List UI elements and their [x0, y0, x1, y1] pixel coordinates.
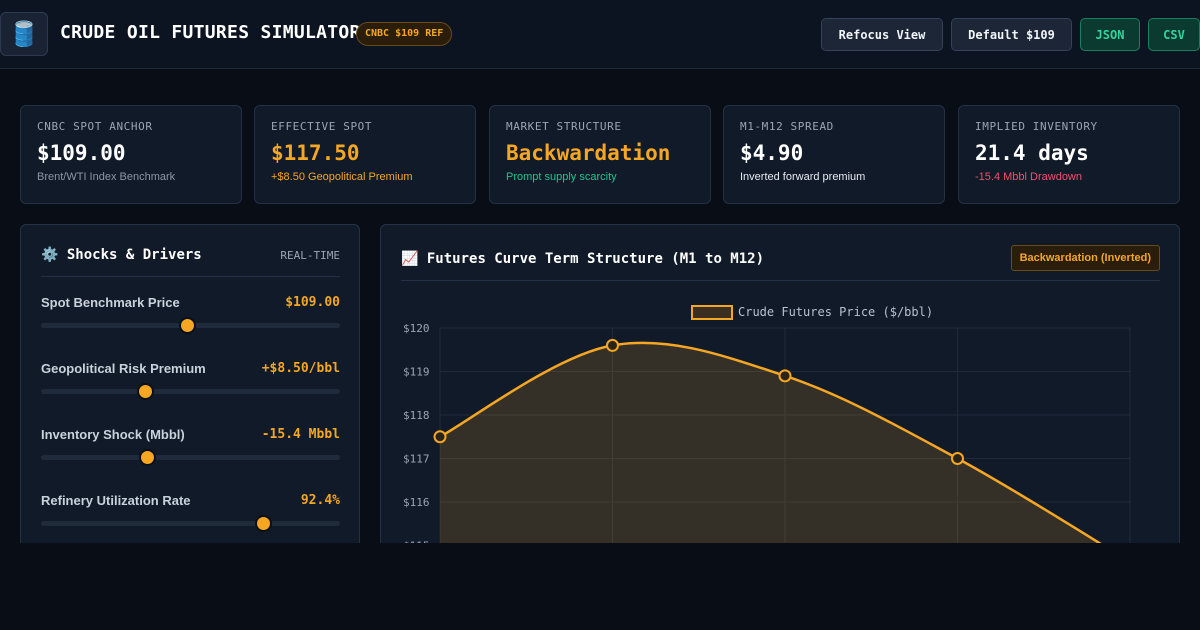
slider-thumb[interactable]: [254, 515, 272, 532]
stat-card-label: CNBC SPOT ANCHOR: [37, 120, 153, 133]
gear-icon: ⚙️: [41, 247, 59, 263]
driver-slider[interactable]: [41, 515, 340, 532]
app-title: CRUDE OIL FUTURES SIMULATOR: [60, 22, 361, 43]
driver-slider[interactable]: [41, 317, 340, 334]
stat-card-label: IMPLIED INVENTORY: [975, 120, 1098, 133]
y-tick-label: $120: [403, 322, 430, 335]
driver-slider[interactable]: [41, 449, 340, 466]
driver-row: Spot Benchmark Price $109.00: [41, 295, 340, 345]
export-csv-button[interactable]: CSV: [1148, 18, 1200, 51]
driver-value: 92.4%: [300, 493, 340, 508]
stat-card-label: M1-M12 SPREAD: [740, 120, 834, 133]
stat-card-subtext: Prompt supply scarcity: [506, 171, 617, 183]
data-point[interactable]: [778, 369, 792, 383]
slider-thumb[interactable]: [139, 449, 157, 466]
futures-curve-chart: $120$119$118$117$116$115Crude Futures Pr…: [403, 305, 1131, 555]
driver-value: +$8.50/bbl: [261, 361, 340, 376]
driver-slider[interactable]: [41, 383, 340, 400]
driver-row: Inventory Shock (Mbbl) -15.4 Mbbl: [41, 427, 340, 477]
stat-card: M1-M12 SPREAD $4.90 Inverted forward premi…: [723, 105, 945, 204]
y-tick-label: $118: [403, 409, 430, 422]
stat-card-value: $4.90: [740, 141, 804, 165]
stat-card-value: $109.00: [37, 141, 126, 165]
slider-thumb[interactable]: [178, 317, 196, 334]
data-point[interactable]: [433, 430, 447, 444]
stat-card-subtext: +$8.50 Geopolitical Premium: [271, 171, 413, 183]
default-price-button[interactable]: Default $109: [951, 18, 1072, 51]
data-point[interactable]: [951, 452, 964, 465]
stat-card: CNBC SPOT ANCHOR $109.00 Brent/WTI Index B…: [20, 105, 242, 204]
slider-thumb[interactable]: [137, 383, 155, 400]
export-json-button[interactable]: JSON: [1080, 18, 1140, 51]
realtime-label: REAL-TIME: [280, 249, 340, 262]
driver-label: Spot Benchmark Price: [41, 295, 180, 310]
driver-label: Inventory Shock (Mbbl): [41, 427, 185, 442]
driver-row: Geopolitical Risk Premium +$8.50/bbl: [41, 361, 340, 411]
driver-row: Refinery Utilization Rate 92.4%: [41, 493, 340, 543]
app-header: 🛢️ CRUDE OIL FUTURES SIMULATOR CNBC $109…: [0, 0, 1200, 69]
data-point[interactable]: [606, 338, 619, 352]
shocks-drivers-panel: ⚙️ Shocks & Drivers REAL-TIME Spot Bench…: [20, 224, 360, 564]
legend-swatch: [691, 305, 733, 320]
y-tick-label: $117: [403, 453, 430, 466]
driver-value: $109.00: [285, 295, 340, 310]
stat-card-subtext: -15.4 Mbbl Drawdown: [975, 171, 1082, 183]
y-tick-label: $119: [403, 366, 430, 379]
stat-card-value: Backwardation: [506, 141, 671, 165]
drivers-title: ⚙️ Shocks & Drivers: [41, 247, 202, 263]
stat-card: MARKET STRUCTURE Backwardation Prompt supp…: [489, 105, 711, 204]
page-bottom-band: [0, 543, 1200, 630]
y-tick-label: $116: [403, 496, 430, 509]
stat-card-value: $117.50: [271, 141, 360, 165]
driver-label: Refinery Utilization Rate: [41, 493, 191, 508]
reference-badge: CNBC $109 REF: [356, 22, 453, 46]
drivers-title-text: Shocks & Drivers: [66, 247, 202, 263]
stat-card-label: MARKET STRUCTURE: [506, 120, 622, 133]
driver-label: Geopolitical Risk Premium: [41, 361, 206, 376]
stat-card-subtext: Inverted forward premium: [740, 171, 866, 183]
legend-label: Crude Futures Price ($/bbl): [738, 305, 933, 319]
stat-card-label: EFFECTIVE SPOT: [271, 120, 373, 133]
stat-card-value: 21.4 days: [975, 141, 1089, 165]
driver-value: -15.4 Mbbl: [261, 427, 340, 442]
drivers-header: ⚙️ Shocks & Drivers REAL-TIME: [41, 247, 340, 277]
stat-card: IMPLIED INVENTORY 21.4 days -15.4 Mbbl Dra…: [958, 105, 1180, 204]
futures-curve-panel: 📈 Futures Curve Term Structure (M1 to M1…: [380, 224, 1180, 564]
oil-barrel-icon: 🛢️: [0, 12, 48, 56]
stat-card-subtext: Brent/WTI Index Benchmark: [37, 171, 176, 183]
stat-card: EFFECTIVE SPOT $117.50 +$8.50 Geopolitical…: [254, 105, 476, 204]
refocus-view-button[interactable]: Refocus View: [821, 18, 943, 51]
